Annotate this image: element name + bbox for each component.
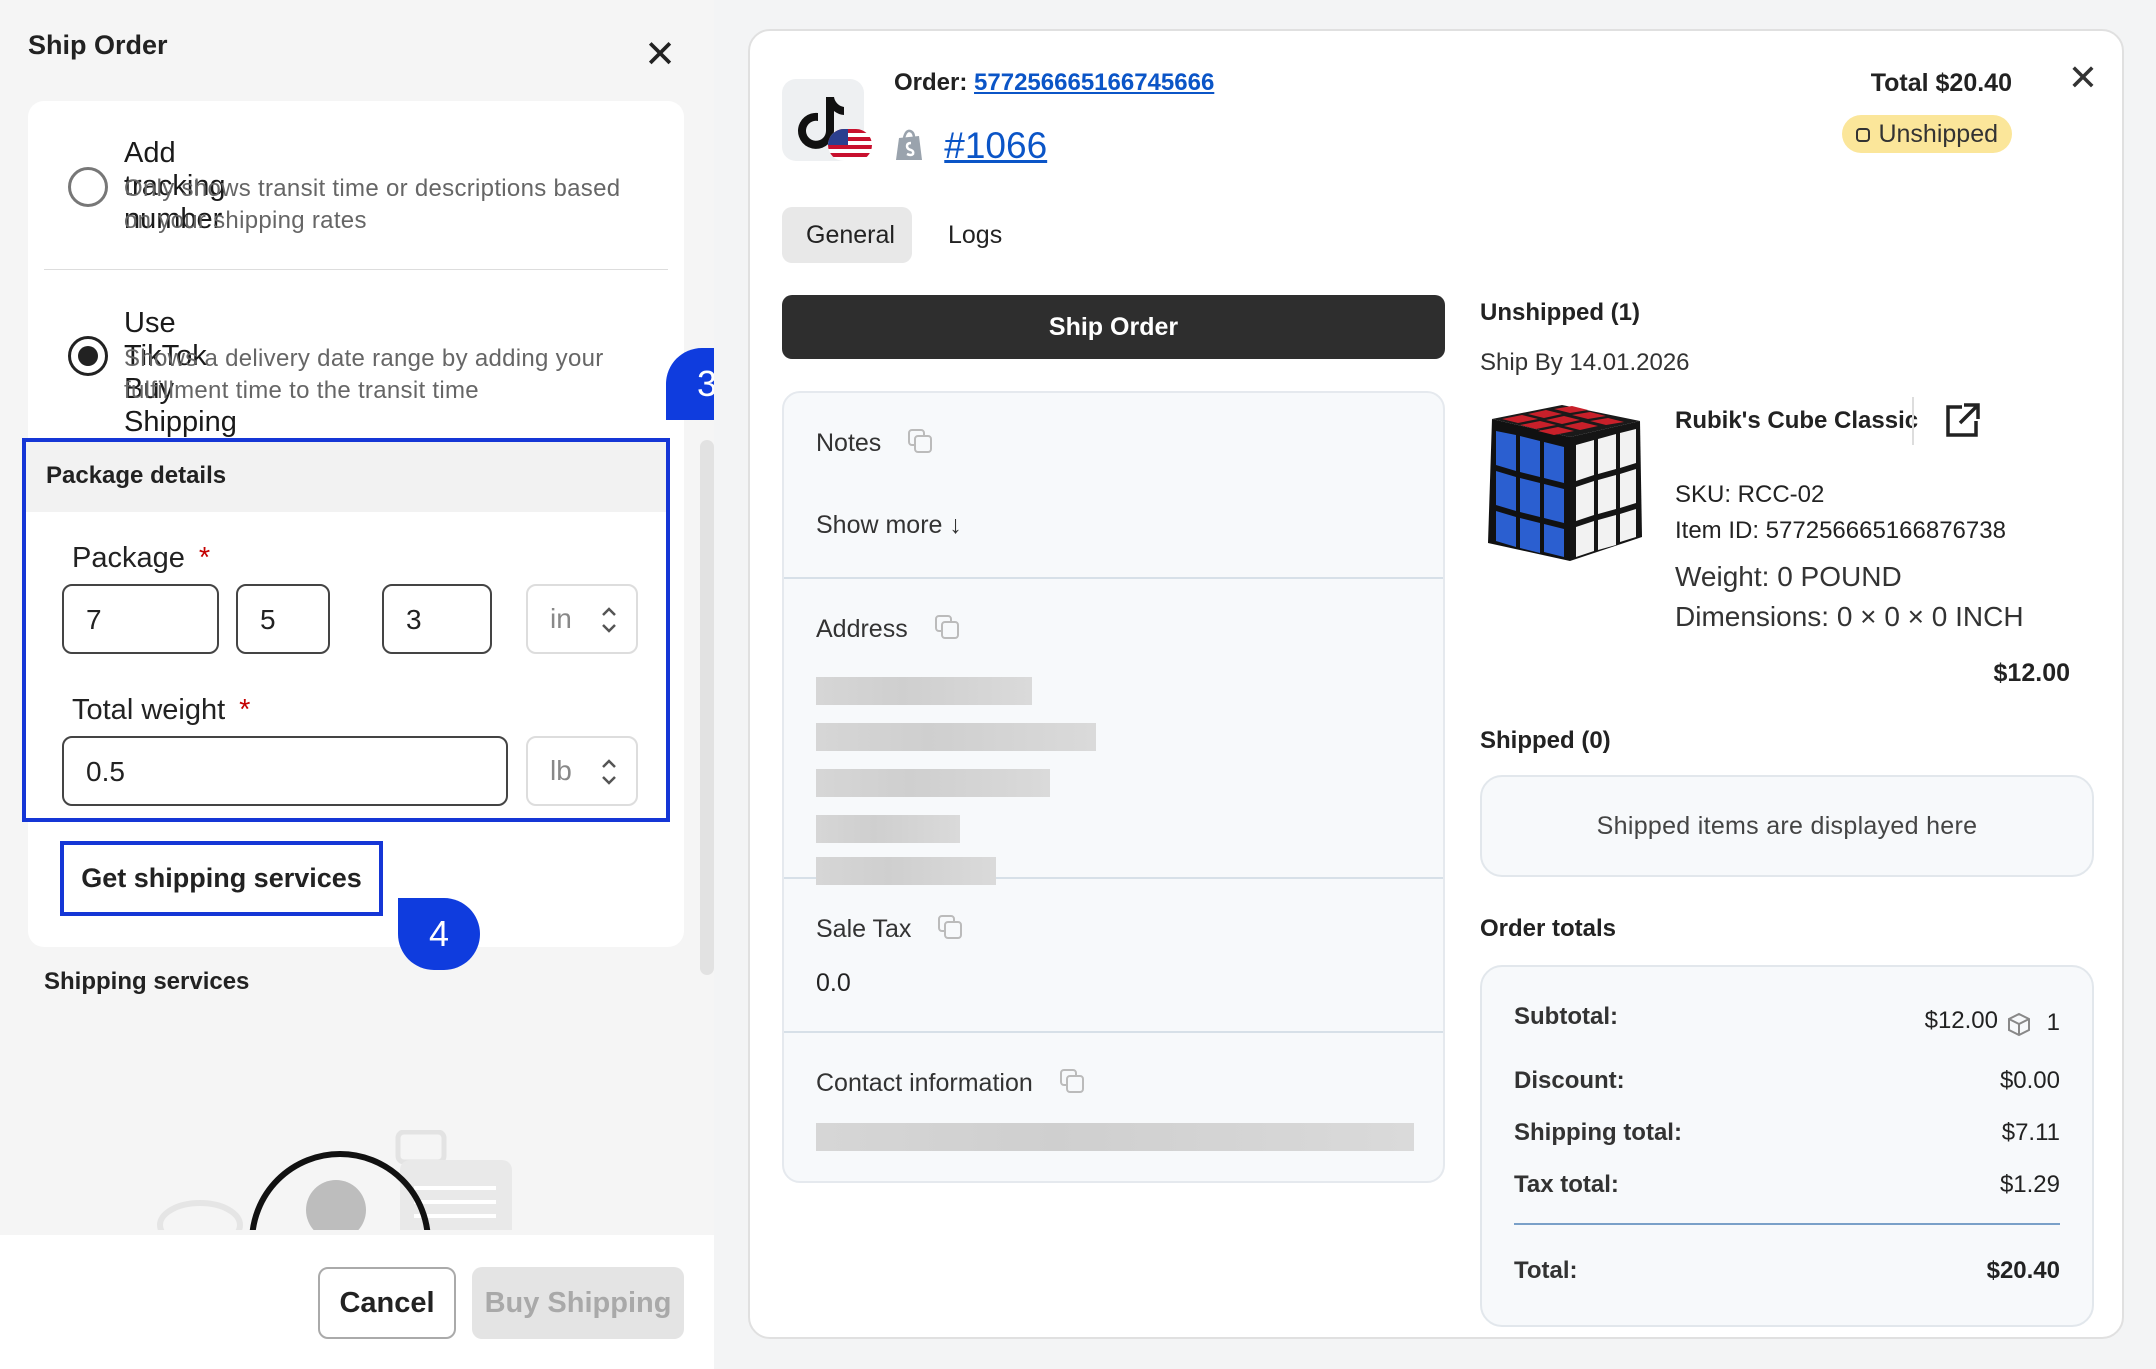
order-id-link[interactable]: 577256665166745666 [974, 69, 1214, 96]
shipped-heading: Shipped (0) [1480, 727, 1611, 754]
redacted-address-line [816, 769, 1050, 797]
length-input[interactable]: 7 [62, 584, 219, 654]
buy-shipping-button[interactable]: Buy Shipping [472, 1267, 684, 1339]
ship-by-line: Ship By 14.01.2026 [1480, 349, 1690, 376]
order-id-line: Order: 577256665166745666 [894, 69, 1215, 96]
close-icon[interactable]: ✕ [640, 36, 680, 76]
order-totals-heading: Order totals [1480, 915, 1617, 942]
scrollbar[interactable] [700, 440, 714, 975]
chevron-updown-icon [602, 759, 616, 785]
contact-section: Contact information [784, 1033, 1443, 1181]
product-weight: Weight: 0 POUND [1675, 561, 1902, 592]
address-label: Address [816, 613, 961, 644]
product-sku: SKU: RCC-02 [1675, 481, 1825, 508]
redacted-contact-line [816, 1123, 1414, 1151]
chevron-updown-icon [602, 607, 616, 633]
product-name: Rubik's Cube Classic [1675, 407, 1919, 434]
package-label: Package * [72, 542, 211, 574]
copy-icon[interactable] [936, 913, 964, 941]
shipped-items-placeholder: Shipped items are displayed here [1480, 775, 2094, 877]
option-desc: Only shows transit time or descriptions … [124, 175, 621, 234]
package-details-section: Package details Package * 7 5 3 in Total … [22, 438, 670, 822]
divider [1514, 1223, 2060, 1225]
package-box-icon [2008, 1012, 2030, 1037]
redacted-address-line [816, 723, 1096, 751]
product-item-id: Item ID: 577256665166876738 [1675, 517, 2006, 544]
order-total-summary: Total $20.40 [1870, 69, 2012, 97]
required-mark: * [239, 694, 251, 726]
product-thumbnail [1488, 405, 1642, 561]
address-section: Address [784, 579, 1443, 885]
required-mark: * [198, 542, 211, 574]
weight-input[interactable]: 0.5 [62, 736, 508, 806]
package-details-header: Package details [26, 442, 666, 512]
order-detail-panel: Order: 577256665166745666 #1066 Total $2… [748, 29, 2124, 1339]
cancel-button[interactable]: Cancel [318, 1267, 456, 1339]
shop-order-line: #1066 [894, 125, 1047, 167]
empty-state-illustration [157, 1130, 512, 1230]
dimension-unit-select[interactable]: in [526, 584, 638, 654]
order-info-card: Notes Show more ↓ Address Sale Tax 0.0 C… [782, 391, 1445, 1183]
us-flag-icon [828, 129, 872, 161]
ship-order-panel: Ship Order ✕ Add tracking number Only sh… [0, 0, 714, 1369]
close-icon[interactable]: ✕ [2068, 57, 2098, 99]
unshipped-heading: Unshipped (1) [1480, 299, 1640, 326]
show-more-link[interactable]: Show more ↓ [816, 511, 962, 540]
shipping-services-heading: Shipping services [44, 968, 250, 995]
radio-add-tracking[interactable] [68, 167, 108, 207]
copy-icon[interactable] [1058, 1067, 1086, 1095]
contact-label: Contact information [816, 1067, 1086, 1098]
sale-tax-value: 0.0 [816, 969, 851, 997]
shopify-bag-icon [896, 129, 922, 160]
order-totals-box: Subtotal: $12.00 1 Discount: $0.00 Shippi… [1480, 965, 2094, 1327]
external-link-icon[interactable] [1942, 401, 1982, 441]
redacted-address-line [816, 677, 1032, 705]
copy-icon[interactable] [933, 613, 961, 641]
copy-icon[interactable] [906, 427, 934, 455]
redacted-address-line [816, 815, 960, 843]
notes-label: Notes [816, 427, 934, 458]
shop-order-link[interactable]: #1066 [944, 125, 1047, 166]
width-input[interactable]: 5 [236, 584, 330, 654]
status-badge: Unshipped [1842, 115, 2012, 153]
tab-general[interactable]: General [782, 207, 912, 263]
step-badge-4: 4 [398, 898, 480, 970]
sale-tax-section: Sale Tax 0.0 [784, 879, 1443, 1033]
ship-order-button[interactable]: Ship Order [782, 295, 1445, 359]
package-details-heading: Package details [46, 462, 227, 489]
product-price: $12.00 [1993, 659, 2070, 687]
weight-unit-select[interactable]: lb [526, 736, 638, 806]
divider [1912, 397, 1914, 445]
notes-section: Notes Show more ↓ [784, 393, 1443, 579]
panel-footer: Cancel Buy Shipping [0, 1235, 714, 1369]
panel-title: Ship Order [28, 30, 168, 60]
height-input[interactable]: 3 [382, 584, 492, 654]
status-dot-icon [1856, 128, 1871, 142]
sale-tax-label: Sale Tax [816, 913, 964, 944]
radio-tiktok-shipping[interactable] [68, 336, 108, 376]
tab-logs[interactable]: Logs [924, 207, 1026, 263]
divider [44, 269, 668, 270]
total-weight-label: Total weight * [72, 694, 251, 726]
product-dimensions: Dimensions: 0 × 0 × 0 INCH [1675, 601, 2024, 632]
get-shipping-services-button[interactable]: Get shipping services [60, 841, 383, 916]
option-desc: Shows a delivery date range by adding yo… [124, 345, 604, 404]
